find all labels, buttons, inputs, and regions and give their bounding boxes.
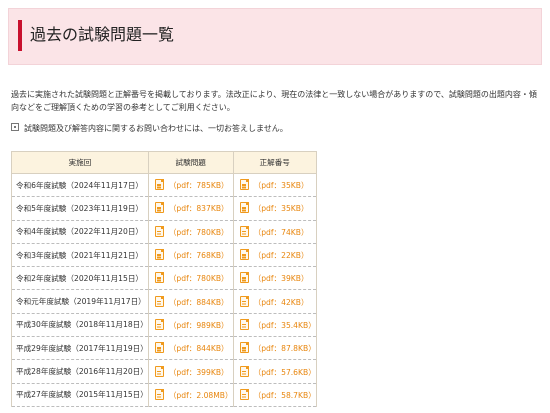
answer-pdf-link[interactable]: （pdf：58.7KB） xyxy=(254,391,316,400)
answer-cell: （pdf：39KB） xyxy=(232,266,317,291)
answer-cell: （pdf：22KB） xyxy=(232,243,317,268)
pdf-file-icon[interactable] xyxy=(239,342,249,354)
answer-pdf-link[interactable]: （pdf：74KB） xyxy=(254,228,309,237)
exam-cell: （pdf：399KB） xyxy=(147,359,234,384)
table-row: 令和6年度試験（2024年11月17日） （pdf：785KB） （pdf：35KB… xyxy=(11,173,317,198)
answer-pdf-link[interactable]: （pdf：22KB） xyxy=(254,251,309,260)
header-accent-bar xyxy=(18,20,22,51)
exam-cell: （pdf：2.08MB） xyxy=(147,383,234,407)
column-header-exam: 試験問題 xyxy=(147,151,234,174)
session-cell: 平成28年度試験（2016年11月20日） xyxy=(11,359,149,384)
exam-pdf-link[interactable]: （pdf：780KB） xyxy=(169,274,229,283)
exam-cell: （pdf：884KB） xyxy=(147,289,234,314)
page-header: 過去の試験問題一覧 xyxy=(8,8,542,65)
session-cell: 令和3年度試験（2021年11月21日） xyxy=(11,243,149,268)
answer-pdf-link[interactable]: （pdf：39KB） xyxy=(254,274,309,283)
answer-cell: （pdf：42KB） xyxy=(232,289,317,314)
exam-cell: （pdf：989KB） xyxy=(147,313,234,338)
pdf-file-icon[interactable] xyxy=(154,179,164,191)
session-cell: 令和4年度試験（2022年11月20日） xyxy=(11,220,149,244)
exam-cell: （pdf：768KB） xyxy=(147,243,234,268)
column-header-answer: 正解番号 xyxy=(232,151,317,174)
exam-pdf-link[interactable]: （pdf：844KB） xyxy=(169,344,229,353)
pdf-file-icon[interactable] xyxy=(239,365,249,377)
intro-text: 過去に実施された試験問題と正解番号を掲載しております。法改正により、現在の法律と… xyxy=(11,90,537,112)
pdf-file-icon[interactable] xyxy=(239,249,249,261)
column-header-session: 実施回 xyxy=(11,151,149,174)
pdf-file-icon[interactable] xyxy=(154,388,164,400)
answer-cell: （pdf：35KB） xyxy=(232,173,317,198)
exam-cell: （pdf：785KB） xyxy=(147,173,234,198)
answer-cell: （pdf：35.4KB） xyxy=(232,313,317,338)
bullet-square-icon xyxy=(11,123,19,131)
exam-pdf-link[interactable]: （pdf：785KB） xyxy=(169,181,229,190)
exam-pdf-link[interactable]: （pdf：780KB） xyxy=(169,228,229,237)
exam-pdf-link[interactable]: （pdf：884KB） xyxy=(169,298,229,307)
answer-cell: （pdf：58.7KB） xyxy=(232,383,317,407)
session-cell: 平成27年度試験（2015年11月15日） xyxy=(11,383,149,407)
session-cell: 平成30年度試験（2018年11月18日） xyxy=(11,313,149,338)
exam-table: 実施回 試験問題 正解番号 令和6年度試験（2024年11月17日） （pdf：7… xyxy=(11,151,317,407)
notice-text: 試験問題及び解答内容に関するお問い合わせには、一切お答えしません。 xyxy=(24,124,288,133)
pdf-file-icon[interactable] xyxy=(154,342,164,354)
session-cell: 令和5年度試験（2023年11月19日） xyxy=(11,196,149,221)
pdf-file-icon[interactable] xyxy=(239,295,249,307)
table-row: 令和元年度試験（2019年11月17日） （pdf：884KB） （pdf：42KB… xyxy=(11,289,317,314)
answer-pdf-link[interactable]: （pdf：57.6KB） xyxy=(254,368,316,377)
pdf-file-icon[interactable] xyxy=(154,318,164,330)
table-row: 平成29年度試験（2017年11月19日） （pdf：844KB） （pdf：87.… xyxy=(11,336,317,361)
pdf-file-icon[interactable] xyxy=(154,272,164,284)
pdf-file-icon[interactable] xyxy=(239,225,249,237)
table-row: 平成27年度試験（2015年11月15日） （pdf：2.08MB） （pdf：58… xyxy=(11,383,317,407)
session-cell: 令和6年度試験（2024年11月17日） xyxy=(11,173,149,198)
page-title: 過去の試験問題一覧 xyxy=(30,25,175,44)
exam-pdf-link[interactable]: （pdf：989KB） xyxy=(169,321,229,330)
notice: 試験問題及び解答内容に関するお問い合わせには、一切お答えしません。 xyxy=(11,123,288,135)
answer-pdf-link[interactable]: （pdf：35KB） xyxy=(254,204,309,213)
table-row: 令和4年度試験（2022年11月20日） （pdf：780KB） （pdf：74KB… xyxy=(11,220,317,244)
pdf-file-icon[interactable] xyxy=(154,365,164,377)
pdf-file-icon[interactable] xyxy=(154,249,164,261)
exam-pdf-link[interactable]: （pdf：2.08MB） xyxy=(169,391,233,400)
answer-cell: （pdf：87.8KB） xyxy=(232,336,317,361)
pdf-file-icon[interactable] xyxy=(154,202,164,214)
pdf-file-icon[interactable] xyxy=(239,272,249,284)
exam-pdf-link[interactable]: （pdf：768KB） xyxy=(169,251,229,260)
table-row: 平成28年度試験（2016年11月20日） （pdf：399KB） （pdf：57.… xyxy=(11,359,317,384)
pdf-file-icon[interactable] xyxy=(154,295,164,307)
exam-cell: （pdf：837KB） xyxy=(147,196,234,221)
exam-cell: （pdf：780KB） xyxy=(147,266,234,291)
answer-cell: （pdf：74KB） xyxy=(232,220,317,244)
table-row: 令和3年度試験（2021年11月21日） （pdf：768KB） （pdf：22KB… xyxy=(11,243,317,268)
table-row: 令和5年度試験（2023年11月19日） （pdf：837KB） （pdf：35KB… xyxy=(11,196,317,221)
table-row: 令和2年度試験（2020年11月15日） （pdf：780KB） （pdf：39KB… xyxy=(11,266,317,291)
session-cell: 平成29年度試験（2017年11月19日） xyxy=(11,336,149,361)
pdf-file-icon[interactable] xyxy=(239,388,249,400)
exam-pdf-link[interactable]: （pdf：837KB） xyxy=(169,204,229,213)
table-row: 平成30年度試験（2018年11月18日） （pdf：989KB） （pdf：35.… xyxy=(11,313,317,338)
answer-pdf-link[interactable]: （pdf：42KB） xyxy=(254,298,309,307)
exam-cell: （pdf：780KB） xyxy=(147,220,234,244)
exam-pdf-link[interactable]: （pdf：399KB） xyxy=(169,368,229,377)
answer-cell: （pdf：57.6KB） xyxy=(232,359,317,384)
exam-cell: （pdf：844KB） xyxy=(147,336,234,361)
pdf-file-icon[interactable] xyxy=(154,225,164,237)
answer-pdf-link[interactable]: （pdf：35KB） xyxy=(254,181,309,190)
session-cell: 令和2年度試験（2020年11月15日） xyxy=(11,266,149,291)
pdf-file-icon[interactable] xyxy=(239,202,249,214)
answer-pdf-link[interactable]: （pdf：87.8KB） xyxy=(254,344,316,353)
session-cell: 令和元年度試験（2019年11月17日） xyxy=(11,289,149,314)
pdf-file-icon[interactable] xyxy=(239,179,249,191)
pdf-file-icon[interactable] xyxy=(239,318,249,330)
table-body: 令和6年度試験（2024年11月17日） （pdf：785KB） （pdf：35KB… xyxy=(11,173,317,407)
answer-pdf-link[interactable]: （pdf：35.4KB） xyxy=(254,321,316,330)
table-header-row: 実施回 試験問題 正解番号 xyxy=(11,151,317,174)
answer-cell: （pdf：35KB） xyxy=(232,196,317,221)
